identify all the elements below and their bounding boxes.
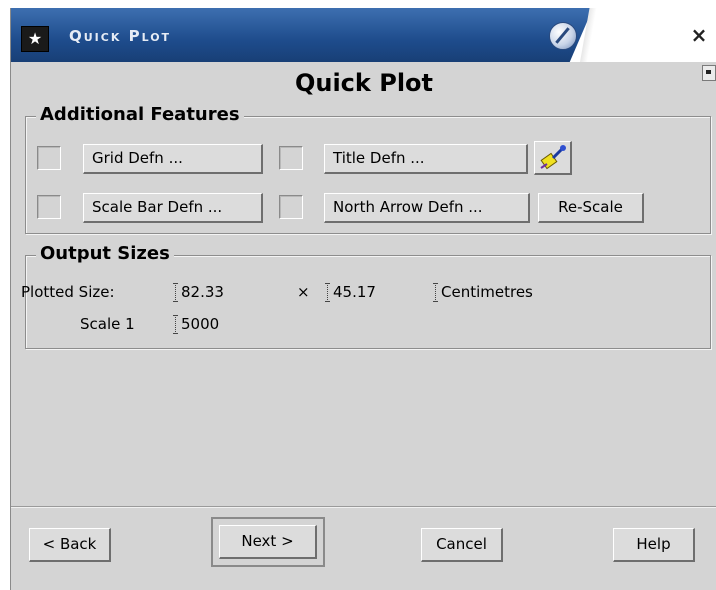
title-bar[interactable]: ★ Quick Plot × [11, 8, 716, 62]
text-cursor [325, 283, 331, 302]
page-title: Quick Plot [294, 69, 434, 97]
north-arrow-defn-button[interactable]: North Arrow Defn ... [324, 193, 530, 223]
quick-plot-window: ★ Quick Plot × Quick Plot Additional Fea… [10, 8, 716, 590]
close-icon[interactable]: × [687, 22, 711, 48]
footer-separator [11, 506, 716, 508]
title-defn-button[interactable]: Title Defn ... [324, 144, 528, 174]
grid-defn-button[interactable]: Grid Defn ... [83, 144, 263, 174]
times-sign: × [297, 283, 310, 301]
units-value: Centimetres [441, 283, 533, 301]
units-field[interactable]: Centimetres [433, 281, 533, 303]
plotted-height-value: 45.17 [333, 283, 376, 301]
rescale-button[interactable]: Re-Scale [538, 193, 644, 223]
text-cursor [173, 315, 179, 334]
plotted-height-field[interactable]: 45.17 [325, 281, 376, 303]
additional-features-title: Additional Features [36, 102, 244, 128]
plotted-width-field[interactable]: 82.33 [173, 281, 224, 303]
scale-bar-defn-button[interactable]: Scale Bar Defn ... [83, 193, 263, 223]
help-button[interactable]: Help [613, 528, 695, 562]
magic-wand-button[interactable] [534, 141, 572, 175]
shade-icon[interactable] [549, 22, 577, 50]
grid-checkbox[interactable] [37, 146, 61, 170]
magic-wand-icon [540, 145, 566, 170]
window-title: Quick Plot [69, 27, 172, 45]
output-sizes-title: Output Sizes [36, 241, 174, 267]
scale-bar-checkbox[interactable] [37, 195, 61, 219]
back-button[interactable]: < Back [29, 528, 111, 562]
text-cursor [433, 283, 439, 302]
scale-label: Scale 1 [80, 315, 135, 333]
plotted-width-value: 82.33 [181, 283, 224, 301]
cancel-button[interactable]: Cancel [421, 528, 503, 562]
text-cursor [173, 283, 179, 302]
next-button[interactable]: Next > [219, 525, 317, 559]
scale-value: 5000 [181, 315, 220, 333]
star-icon[interactable]: ★ [21, 26, 49, 52]
plotted-size-label: Plotted Size: [21, 283, 115, 301]
north-arrow-checkbox[interactable] [279, 195, 303, 219]
title-checkbox[interactable] [279, 146, 303, 170]
menu-icon[interactable] [702, 65, 716, 81]
scale-field[interactable]: 5000 [173, 313, 220, 335]
